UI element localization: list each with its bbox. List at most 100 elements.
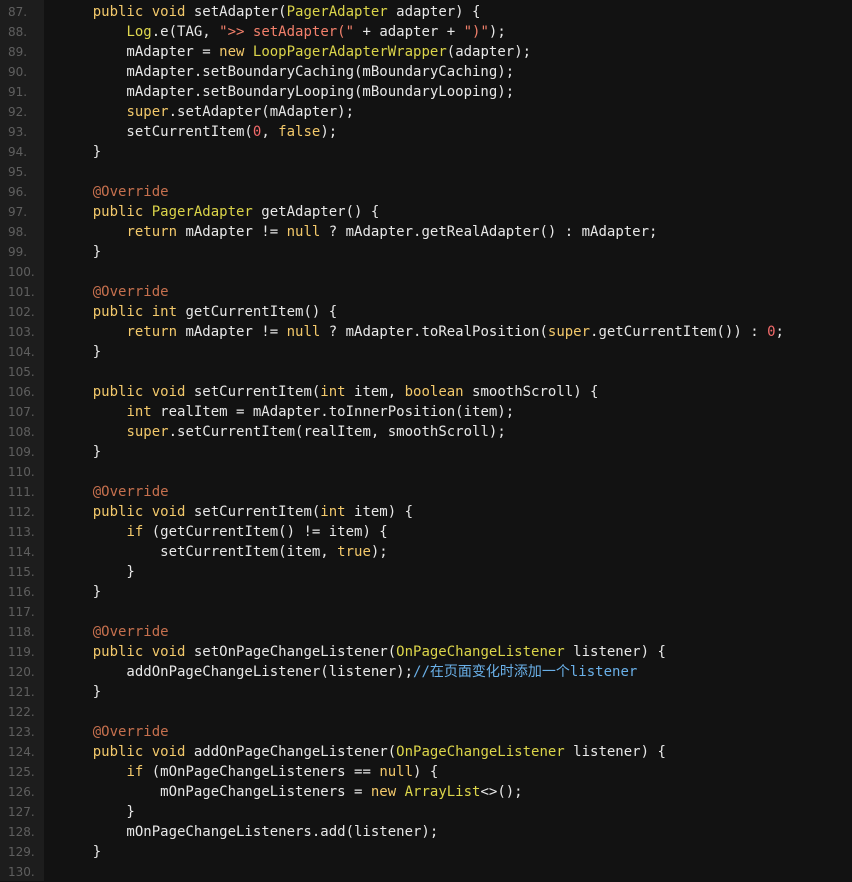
code-token-plain: } [59, 344, 102, 360]
code-token-str: ">> setAdapter(" [219, 24, 355, 40]
code-token-plain: setAdapter( [185, 4, 287, 20]
code-line[interactable]: 93. setCurrentItem(0, false); [0, 122, 852, 142]
line-number: 107. [8, 405, 35, 419]
code-line[interactable]: 94. } [0, 142, 852, 162]
code-line[interactable]: 104. } [0, 342, 852, 362]
code-area[interactable]: 87. public void setAdapter(PagerAdapter … [0, 2, 852, 882]
code-line[interactable]: 120. addOnPageChangeListener(listener);/… [0, 662, 852, 682]
code-line[interactable]: 89. mAdapter = new LoopPagerAdapterWrapp… [0, 42, 852, 62]
code-token-kw: void [151, 504, 186, 520]
code-text: int realItem = mAdapter.toInnerPosition(… [59, 402, 514, 422]
code-text: mAdapter.setBoundaryLooping(mBoundaryLoo… [59, 82, 514, 102]
code-line[interactable]: 95. [0, 162, 852, 182]
code-token-num: 0 [767, 324, 776, 340]
code-line[interactable]: 101. @Override [0, 282, 852, 302]
line-number: 103. [8, 325, 35, 339]
code-token-str: ")" [463, 24, 489, 40]
code-token-plain: getAdapter() { [252, 204, 380, 220]
code-token-type: OnPageChangeListener [396, 744, 565, 760]
code-line[interactable]: 111. @Override [0, 482, 852, 502]
line-number: 93. [8, 125, 28, 139]
code-line[interactable]: 126. mOnPageChangeListeners = new ArrayL… [0, 782, 852, 802]
code-text: super.setCurrentItem(realItem, smoothScr… [59, 422, 505, 442]
code-editor[interactable]: 87. public void setAdapter(PagerAdapter … [0, 0, 852, 881]
code-line[interactable]: 108. super.setCurrentItem(realItem, smoo… [0, 422, 852, 442]
code-text: } [59, 802, 134, 822]
code-line[interactable]: 100. [0, 262, 852, 282]
code-token-kw: false [278, 124, 321, 140]
code-line[interactable]: 127. } [0, 802, 852, 822]
code-line[interactable]: 119. public void setOnPageChangeListener… [0, 642, 852, 662]
code-text: setCurrentItem(item, true); [59, 542, 388, 562]
code-token-plain: .e(TAG, [151, 24, 220, 40]
line-number: 105. [8, 365, 35, 379]
code-line[interactable]: 115. } [0, 562, 852, 582]
code-line[interactable]: 96. @Override [0, 182, 852, 202]
code-line[interactable]: 110. [0, 462, 852, 482]
line-number: 124. [8, 745, 35, 759]
line-number: 112. [8, 505, 35, 519]
code-text: @Override [59, 482, 169, 502]
code-line[interactable]: 105. [0, 362, 852, 382]
code-line[interactable]: 88. Log.e(TAG, ">> setAdapter(" + adapte… [0, 22, 852, 42]
code-text: addOnPageChangeListener(listener);//在页面变… [59, 662, 637, 682]
code-line[interactable]: 114. setCurrentItem(item, true); [0, 542, 852, 562]
code-token-plain: (getCurrentItem() != item) { [143, 524, 388, 540]
code-line[interactable]: 103. return mAdapter != null ? mAdapter.… [0, 322, 852, 342]
line-number: 94. [8, 145, 28, 159]
code-token-kw: super [126, 104, 169, 120]
code-token-kw: int [126, 404, 152, 420]
code-line[interactable]: 117. [0, 602, 852, 622]
code-line[interactable]: 87. public void setAdapter(PagerAdapter … [0, 2, 852, 22]
code-line[interactable]: 122. [0, 702, 852, 722]
code-token-plain: mAdapter != [177, 324, 287, 340]
code-text: setCurrentItem(0, false); [59, 122, 337, 142]
code-token-plain: item) { [345, 504, 414, 520]
code-line[interactable]: 106. public void setCurrentItem(int item… [0, 382, 852, 402]
code-token-type: OnPageChangeListener [396, 644, 565, 660]
code-text: } [59, 142, 101, 162]
code-line[interactable]: 118. @Override [0, 622, 852, 642]
code-line[interactable]: 97. public PagerAdapter getAdapter() { [0, 202, 852, 222]
code-token-kw: return [126, 224, 178, 240]
code-token-kw: void [151, 4, 186, 20]
code-line[interactable]: 109. } [0, 442, 852, 462]
code-token-ann: @Override [92, 484, 169, 500]
code-line[interactable]: 90. mAdapter.setBoundaryCaching(mBoundar… [0, 62, 852, 82]
code-line[interactable]: 99. } [0, 242, 852, 262]
code-line[interactable]: 107. int realItem = mAdapter.toInnerPosi… [0, 402, 852, 422]
code-line[interactable]: 121. } [0, 682, 852, 702]
code-token-plain: setCurrentItem( [59, 124, 253, 140]
code-line[interactable]: 128. mOnPageChangeListeners.add(listener… [0, 822, 852, 842]
code-line[interactable]: 113. if (getCurrentItem() != item) { [0, 522, 852, 542]
line-number: 91. [8, 85, 28, 99]
code-token-plain: + adapter + [354, 24, 464, 40]
code-token-plain: } [59, 844, 102, 860]
code-token-kw: public [59, 4, 152, 20]
line-number: 108. [8, 425, 35, 439]
code-line[interactable]: 91. mAdapter.setBoundaryLooping(mBoundar… [0, 82, 852, 102]
code-line[interactable]: 123. @Override [0, 722, 852, 742]
code-line[interactable]: 130. [0, 862, 852, 882]
code-text: Log.e(TAG, ">> setAdapter(" + adapter + … [59, 22, 506, 42]
code-line[interactable]: 116. } [0, 582, 852, 602]
code-token-plain: (mOnPageChangeListeners == [143, 764, 380, 780]
code-line[interactable]: 112. public void setCurrentItem(int item… [0, 502, 852, 522]
line-number: 118. [8, 625, 35, 639]
code-token-kw: void [151, 384, 186, 400]
code-line[interactable]: 102. public int getCurrentItem() { [0, 302, 852, 322]
line-number: 125. [8, 765, 35, 779]
code-line[interactable]: 98. return mAdapter != null ? mAdapter.g… [0, 222, 852, 242]
code-token-plain: ); [488, 24, 506, 40]
code-line[interactable]: 92. super.setAdapter(mAdapter); [0, 102, 852, 122]
code-line[interactable]: 129. } [0, 842, 852, 862]
code-line[interactable]: 124. public void addOnPageChangeListener… [0, 742, 852, 762]
code-line[interactable]: 125. if (mOnPageChangeListeners == null)… [0, 762, 852, 782]
line-number: 117. [8, 605, 35, 619]
code-token-kw: if [126, 764, 144, 780]
line-number: 96. [8, 185, 28, 199]
